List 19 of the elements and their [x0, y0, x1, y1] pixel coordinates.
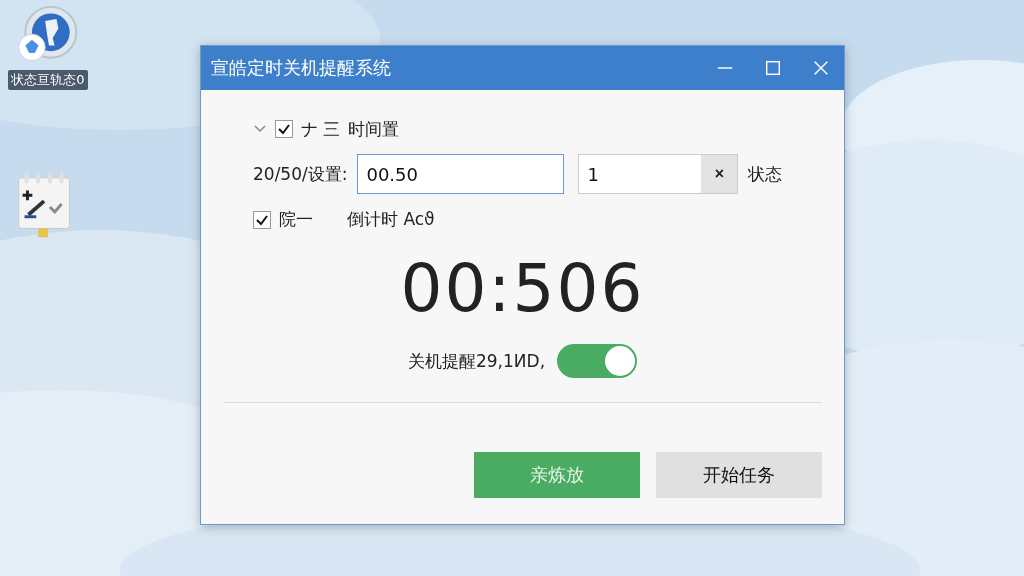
- time-input[interactable]: 00.50: [357, 154, 565, 194]
- section-label: 时间置: [348, 117, 400, 141]
- checkbox[interactable]: [253, 210, 271, 229]
- start-task-button[interactable]: 开始任务: [656, 452, 822, 498]
- glyph-label: ナ 三: [301, 117, 341, 141]
- reminder-label: 关机提醒29,1ИD,: [407, 349, 546, 373]
- desktop-icon-label[interactable]: 状态亘轨态0: [8, 70, 88, 90]
- status-label: 状态: [748, 162, 783, 186]
- maximize-icon[interactable]: [764, 59, 782, 77]
- reminder-toggle[interactable]: [557, 344, 638, 379]
- checkbox[interactable]: [275, 120, 293, 138]
- close-icon[interactable]: [812, 59, 830, 77]
- clear-button[interactable]: ×: [701, 155, 738, 193]
- countdown-display: 00:506: [400, 249, 645, 329]
- option-label: 院一: [279, 208, 314, 231]
- window-title: 宣皓定时关机提醒系统: [211, 56, 391, 80]
- time-label: 20/50/设置:: [253, 162, 348, 186]
- count-input[interactable]: 1 ×: [578, 154, 739, 194]
- countdown-label: 倒计时 Acϑ: [347, 208, 435, 231]
